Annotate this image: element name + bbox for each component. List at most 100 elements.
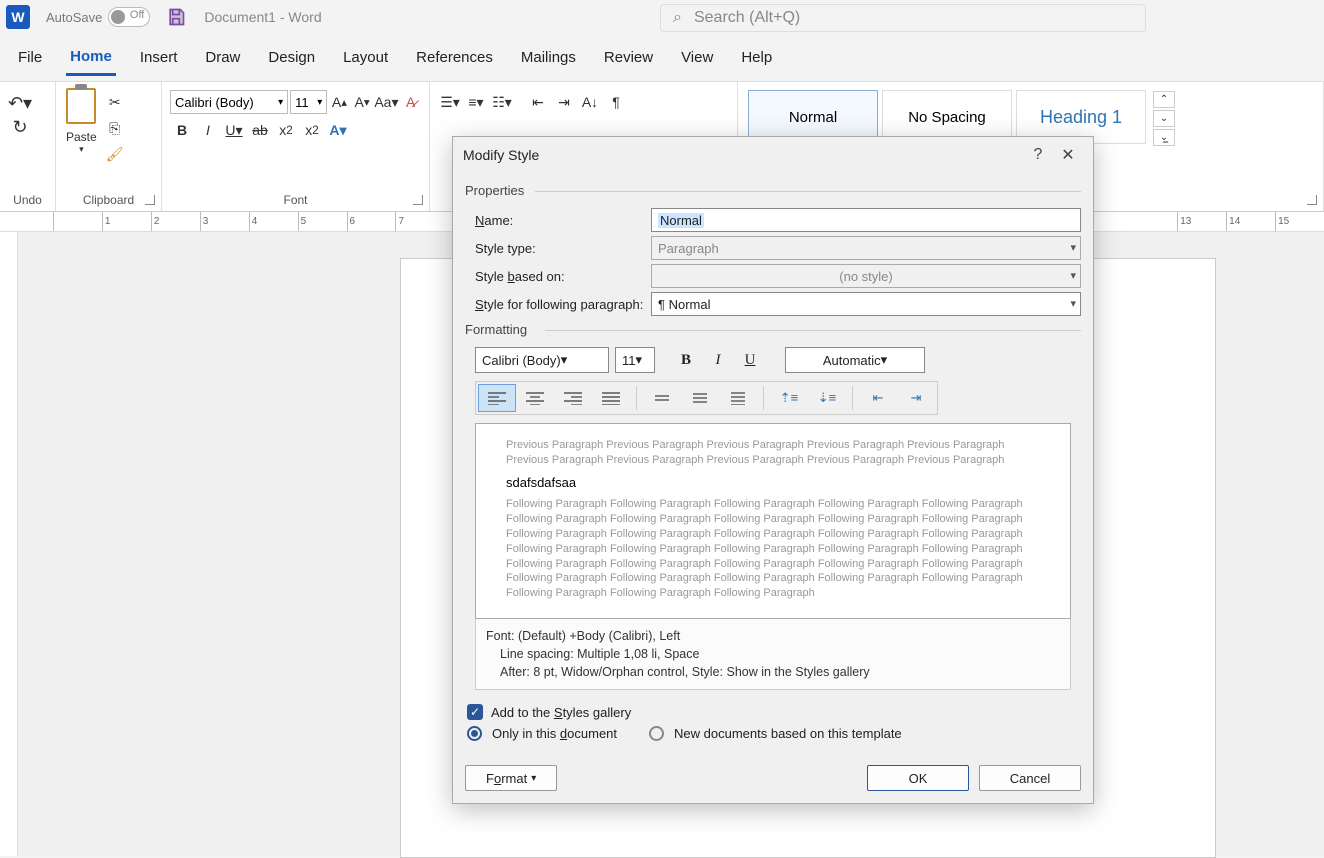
new-docs-radio[interactable]: [649, 726, 664, 741]
add-gallery-checkbox[interactable]: ✓: [467, 704, 483, 720]
cancel-button[interactable]: Cancel: [979, 765, 1081, 791]
title-bar: W AutoSave Off Document1 - Word ⌕ Search…: [0, 0, 1324, 34]
font-size-combo[interactable]: 11▾: [290, 90, 327, 114]
tab-insert[interactable]: Insert: [136, 41, 182, 74]
space-before-up-button[interactable]: ⇡≡: [770, 384, 808, 412]
tab-file[interactable]: File: [14, 41, 46, 74]
sample-text: sdafsdafsaa: [506, 474, 1040, 492]
ok-button[interactable]: OK: [867, 765, 969, 791]
align-center-button[interactable]: [516, 384, 554, 412]
font-launcher-icon[interactable]: [413, 195, 423, 205]
following-text: Following Paragraph Following Paragraph …: [506, 497, 1040, 601]
styles-more-icon[interactable]: ⌄̲: [1153, 129, 1175, 146]
decrease-indent-dlg-button[interactable]: ⇤: [859, 384, 897, 412]
increase-indent-button[interactable]: ⇥: [553, 91, 575, 113]
decrease-indent-button[interactable]: ⇤: [527, 91, 549, 113]
paste-icon: [66, 88, 96, 124]
align-right-button[interactable]: [554, 384, 592, 412]
new-docs-label: New documents based on this template: [674, 726, 902, 741]
shrink-font-icon[interactable]: A▾: [353, 91, 372, 113]
autosave-toggle[interactable]: AutoSave Off: [46, 7, 150, 27]
help-button[interactable]: ?: [1023, 146, 1053, 164]
increase-indent-dlg-button[interactable]: ⇥: [897, 384, 935, 412]
save-icon[interactable]: [166, 7, 186, 27]
basedon-combo: (no style)▾: [651, 264, 1081, 288]
autosave-label: AutoSave: [46, 10, 102, 25]
only-doc-label: Only in this document: [492, 726, 617, 741]
preview-box: Previous Paragraph Previous Paragraph Pr…: [475, 423, 1071, 619]
text-effects-button[interactable]: A▾: [327, 119, 349, 141]
subscript-button[interactable]: x2: [275, 119, 297, 141]
onehalf-space-button[interactable]: [681, 384, 719, 412]
tab-view[interactable]: View: [677, 41, 717, 74]
format-painter-button[interactable]: 🖌: [104, 143, 126, 165]
tab-layout[interactable]: Layout: [339, 41, 392, 74]
align-left-button[interactable]: [478, 384, 516, 412]
tab-help[interactable]: Help: [737, 41, 776, 74]
search-box[interactable]: ⌕ Search (Alt+Q): [660, 4, 1146, 32]
tab-draw[interactable]: Draw: [201, 41, 244, 74]
tab-home[interactable]: Home: [66, 40, 116, 76]
alignment-toolbar: ⇡≡ ⇣≡ ⇤ ⇥: [475, 381, 938, 415]
grow-font-icon[interactable]: A▴: [330, 91, 349, 113]
group-label-undo: Undo: [0, 193, 55, 207]
italic-button[interactable]: I: [197, 119, 219, 141]
name-input[interactable]: Normal: [651, 208, 1081, 232]
fmt-bold-button[interactable]: B: [673, 347, 699, 373]
bullets-button[interactable]: ☰▾: [439, 91, 461, 113]
dialog-titlebar[interactable]: Modify Style ? ✕: [453, 137, 1093, 173]
fmt-size-combo[interactable]: 11▾: [615, 347, 655, 373]
fmt-font-combo[interactable]: Calibri (Body)▾: [475, 347, 609, 373]
show-marks-button[interactable]: ¶: [605, 91, 627, 113]
tab-mailings[interactable]: Mailings: [517, 41, 580, 74]
styles-up-icon[interactable]: ⌃: [1153, 91, 1175, 108]
paste-button[interactable]: Paste ▾: [64, 86, 99, 166]
group-label-font: Font: [162, 193, 429, 207]
fmt-color-combo[interactable]: Automatic▾: [785, 347, 925, 373]
align-justify-button[interactable]: [592, 384, 630, 412]
cut-button[interactable]: ✂: [104, 91, 126, 113]
strike-button[interactable]: ab: [249, 119, 271, 141]
formatting-header: Formatting: [465, 322, 1081, 337]
multilevel-button[interactable]: ☷▾: [491, 91, 513, 113]
numbering-button[interactable]: ≡▾: [465, 91, 487, 113]
search-icon: ⌕: [673, 9, 682, 27]
prev-text: Previous Paragraph Previous Paragraph Pr…: [506, 438, 1040, 468]
undo-button[interactable]: ↶▾: [9, 92, 31, 114]
group-font: Calibri (Body)▾ 11▾ A▴ A▾ Aa▾ A̷ B I U▾ …: [162, 82, 430, 211]
description-box: Font: (Default) +Body (Calibri), Left Li…: [475, 619, 1071, 690]
bold-button[interactable]: B: [171, 119, 193, 141]
double-space-button[interactable]: [719, 384, 757, 412]
redo-button[interactable]: ↻: [9, 116, 31, 138]
close-button[interactable]: ✕: [1053, 145, 1083, 165]
vertical-ruler[interactable]: [0, 232, 18, 856]
font-name-combo[interactable]: Calibri (Body)▾: [170, 90, 288, 114]
underline-button[interactable]: U▾: [223, 119, 245, 141]
styles-down-icon[interactable]: ⌄: [1153, 110, 1175, 127]
tab-design[interactable]: Design: [264, 41, 319, 74]
single-space-button[interactable]: [643, 384, 681, 412]
fmt-italic-button[interactable]: I: [705, 347, 731, 373]
modify-style-dialog: Modify Style ? ✕ Properties Name: Normal…: [452, 136, 1094, 804]
styletype-combo: Paragraph▾: [651, 236, 1081, 260]
dialog-title: Modify Style: [463, 147, 1023, 163]
tab-references[interactable]: References: [412, 41, 497, 74]
copy-button[interactable]: ⎘: [104, 117, 126, 139]
group-clipboard: Paste ▾ ✂ ⎘ 🖌 Clipboard: [56, 82, 162, 211]
change-case-icon[interactable]: Aa▾: [375, 91, 397, 113]
search-placeholder: Search (Alt+Q): [694, 9, 800, 27]
clear-format-icon[interactable]: A̷: [401, 91, 420, 113]
styles-launcher-icon[interactable]: [1307, 195, 1317, 205]
toggle-switch[interactable]: Off: [108, 7, 150, 27]
tab-review[interactable]: Review: [600, 41, 657, 74]
only-doc-radio[interactable]: [467, 726, 482, 741]
sort-button[interactable]: A↓: [579, 91, 601, 113]
clipboard-launcher-icon[interactable]: [145, 195, 155, 205]
superscript-button[interactable]: x2: [301, 119, 323, 141]
format-button[interactable]: Format: [465, 765, 557, 791]
fmt-underline-button[interactable]: U: [737, 347, 763, 373]
following-combo[interactable]: ¶ Normal▾: [651, 292, 1081, 316]
group-undo: ↶▾ ↻ Undo: [0, 82, 56, 211]
space-before-down-button[interactable]: ⇣≡: [808, 384, 846, 412]
basedon-label: Style based on:: [475, 269, 651, 284]
